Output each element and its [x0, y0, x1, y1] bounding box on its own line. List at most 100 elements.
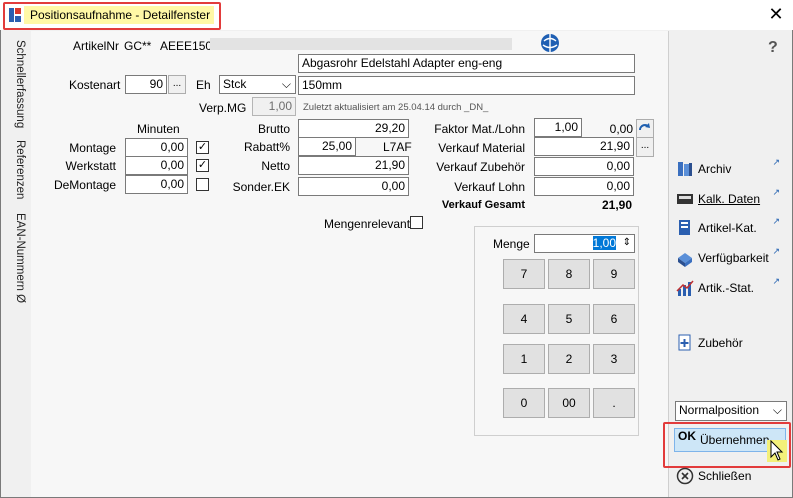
eh-label: Eh — [196, 78, 211, 92]
verfuegbarkeit-button[interactable]: Verfügbarkeit ↗ — [676, 246, 786, 270]
numpad-key-0[interactable]: 0 — [503, 388, 545, 418]
help-icon[interactable]: ? — [768, 39, 778, 57]
artikel-kat-button[interactable]: Artikel-Kat. ↗ — [676, 216, 786, 240]
kostenart-input[interactable]: 90 — [125, 75, 167, 94]
numpad-key-7[interactable]: 7 — [503, 259, 545, 289]
menge-input[interactable]: 1,00 ⇕ — [534, 234, 635, 253]
spinner-icon[interactable]: ⇕ — [623, 235, 631, 251]
menge-label: Menge — [493, 237, 530, 251]
montage-input[interactable]: 0,00 — [125, 138, 188, 157]
montage-checkbox[interactable]: ✓ — [196, 141, 209, 154]
artik-stat-button[interactable]: Artik.-Stat. ↗ — [676, 276, 786, 300]
verfuegbarkeit-label: Verfügbarkeit — [698, 251, 769, 265]
brutto-label: Brutto — [257, 122, 290, 136]
tab-ean-nummern[interactable]: EAN-Nummern Ø — [6, 213, 26, 303]
numpad-key-3[interactable]: 3 — [593, 344, 635, 374]
verkauf-gesamt-label: Verkauf Gesamt — [441, 199, 525, 211]
verkauf-lohn-label: Verkauf Lohn — [454, 180, 525, 194]
tab-schnellerfassung[interactable]: Schnellerfassung — [6, 40, 26, 128]
artikelnr-value: AEEE150 — [160, 39, 213, 53]
verkauf-lohn-input[interactable]: 0,00 — [534, 177, 634, 196]
schliessen-button[interactable]: Schließen — [676, 464, 786, 488]
title-annotation-frame — [3, 2, 221, 30]
archiv-label: Archiv — [698, 162, 732, 176]
material-lookup-button[interactable]: ... — [636, 137, 654, 157]
werkstatt-label: Werkstatt — [65, 159, 116, 173]
mengenrelevant-checkbox[interactable] — [410, 216, 423, 229]
numpad-key-8[interactable]: 8 — [548, 259, 590, 289]
artikelnr-bar — [210, 38, 512, 50]
mengenrelevant-label: Mengenrelevant — [324, 217, 411, 231]
rabatt-label: Rabatt% — [243, 140, 290, 154]
rabatt-code: L7AF — [383, 140, 412, 154]
kalk-daten-button[interactable]: Kalk. Daten ↗ — [676, 187, 786, 211]
chevron-down-icon: ⌵ — [281, 77, 291, 91]
external-link-icon: ↗ — [772, 276, 780, 286]
demontage-label: DeMontage — [53, 178, 116, 192]
numpad-key-1[interactable]: 1 — [503, 344, 545, 374]
close-circle-icon — [676, 467, 694, 485]
brutto-input[interactable]: 29,20 — [298, 119, 409, 138]
external-link-icon: ↗ — [772, 187, 780, 197]
availability-icon — [676, 249, 694, 267]
calc-data-icon — [676, 190, 694, 208]
position-type-value: Normalposition — [679, 403, 760, 417]
minuten-header: Minuten — [137, 122, 180, 136]
external-link-icon: ↗ — [772, 216, 780, 226]
eh-select[interactable]: Stck ⌵ — [219, 75, 296, 94]
artikelnr-prefix: GC** — [124, 39, 152, 53]
verpmg-label: Verp.MG — [199, 101, 247, 115]
faktor-input[interactable]: 1,00 — [534, 118, 582, 137]
stats-icon — [676, 279, 694, 297]
refresh-icon[interactable] — [636, 119, 654, 138]
verkauf-material-input[interactable]: 21,90 — [534, 137, 634, 156]
menge-value: 1,00 — [592, 236, 616, 250]
numpad-key-2[interactable]: 2 — [548, 344, 590, 374]
chevron-down-icon: ⌵ — [772, 403, 782, 417]
werkstatt-input[interactable]: 0,00 — [125, 156, 188, 175]
verpmg-input: 1,00 — [252, 97, 296, 116]
demontage-checkbox[interactable] — [196, 178, 209, 191]
tab-referenzen[interactable]: Referenzen — [6, 140, 26, 199]
netto-label: Netto — [261, 159, 290, 173]
eh-value: Stck — [223, 77, 247, 91]
faktor-label: Faktor Mat./Lohn — [434, 122, 525, 136]
external-link-icon: ↗ — [772, 157, 780, 167]
numpad-key-decimal[interactable]: . — [593, 388, 635, 418]
sonder-ek-input[interactable]: 0,00 — [298, 177, 409, 196]
numpad-key-4[interactable]: 4 — [503, 304, 545, 334]
position-type-select[interactable]: Normalposition ⌵ — [675, 401, 787, 421]
archive-icon — [676, 160, 694, 178]
verkauf-zubehoer-label: Verkauf Zubehör — [436, 160, 525, 174]
sonder-ek-label: Sonder.EK — [232, 180, 290, 194]
verkauf-gesamt-value: 21,90 — [601, 198, 632, 212]
zubehoer-label: Zubehör — [698, 336, 743, 350]
kostenart-lookup-button[interactable]: ... — [168, 75, 186, 94]
kostenart-label: Kostenart — [69, 78, 121, 92]
accessory-add-icon — [676, 334, 694, 352]
rabatt-input[interactable]: 25,00 — [298, 137, 356, 156]
demontage-input[interactable]: 0,00 — [125, 175, 188, 194]
archiv-button[interactable]: Archiv ↗ — [676, 157, 786, 181]
verkauf-zubehoer-input[interactable]: 0,00 — [534, 157, 634, 176]
montage-label: Montage — [69, 141, 116, 155]
numpad-key-6[interactable]: 6 — [593, 304, 635, 334]
numpad-key-00[interactable]: 00 — [548, 388, 590, 418]
schliessen-label: Schließen — [698, 469, 752, 483]
numpad-key-5[interactable]: 5 — [548, 304, 590, 334]
numpad-key-9[interactable]: 9 — [593, 259, 635, 289]
globe-icon[interactable] — [540, 33, 560, 53]
artikelnr-label: ArtikelNr — [73, 39, 120, 53]
close-icon[interactable]: ✕ — [766, 4, 786, 24]
zubehoer-button[interactable]: Zubehör — [676, 331, 786, 355]
external-link-icon: ↗ — [772, 246, 780, 256]
updated-note: Zuletzt aktualisiert am 25.04.14 durch _… — [303, 102, 489, 113]
netto-input[interactable]: 21,90 — [298, 156, 409, 175]
artikel-kat-label: Artikel-Kat. — [698, 221, 757, 235]
catalog-icon — [676, 219, 694, 237]
faktor-result: 0,00 — [609, 122, 633, 136]
description-line2[interactable]: 150mm — [298, 76, 635, 95]
verkauf-material-label: Verkauf Material — [438, 141, 525, 155]
description-line1[interactable]: Abgasrohr Edelstahl Adapter eng-eng — [298, 54, 635, 73]
werkstatt-checkbox[interactable]: ✓ — [196, 159, 209, 172]
